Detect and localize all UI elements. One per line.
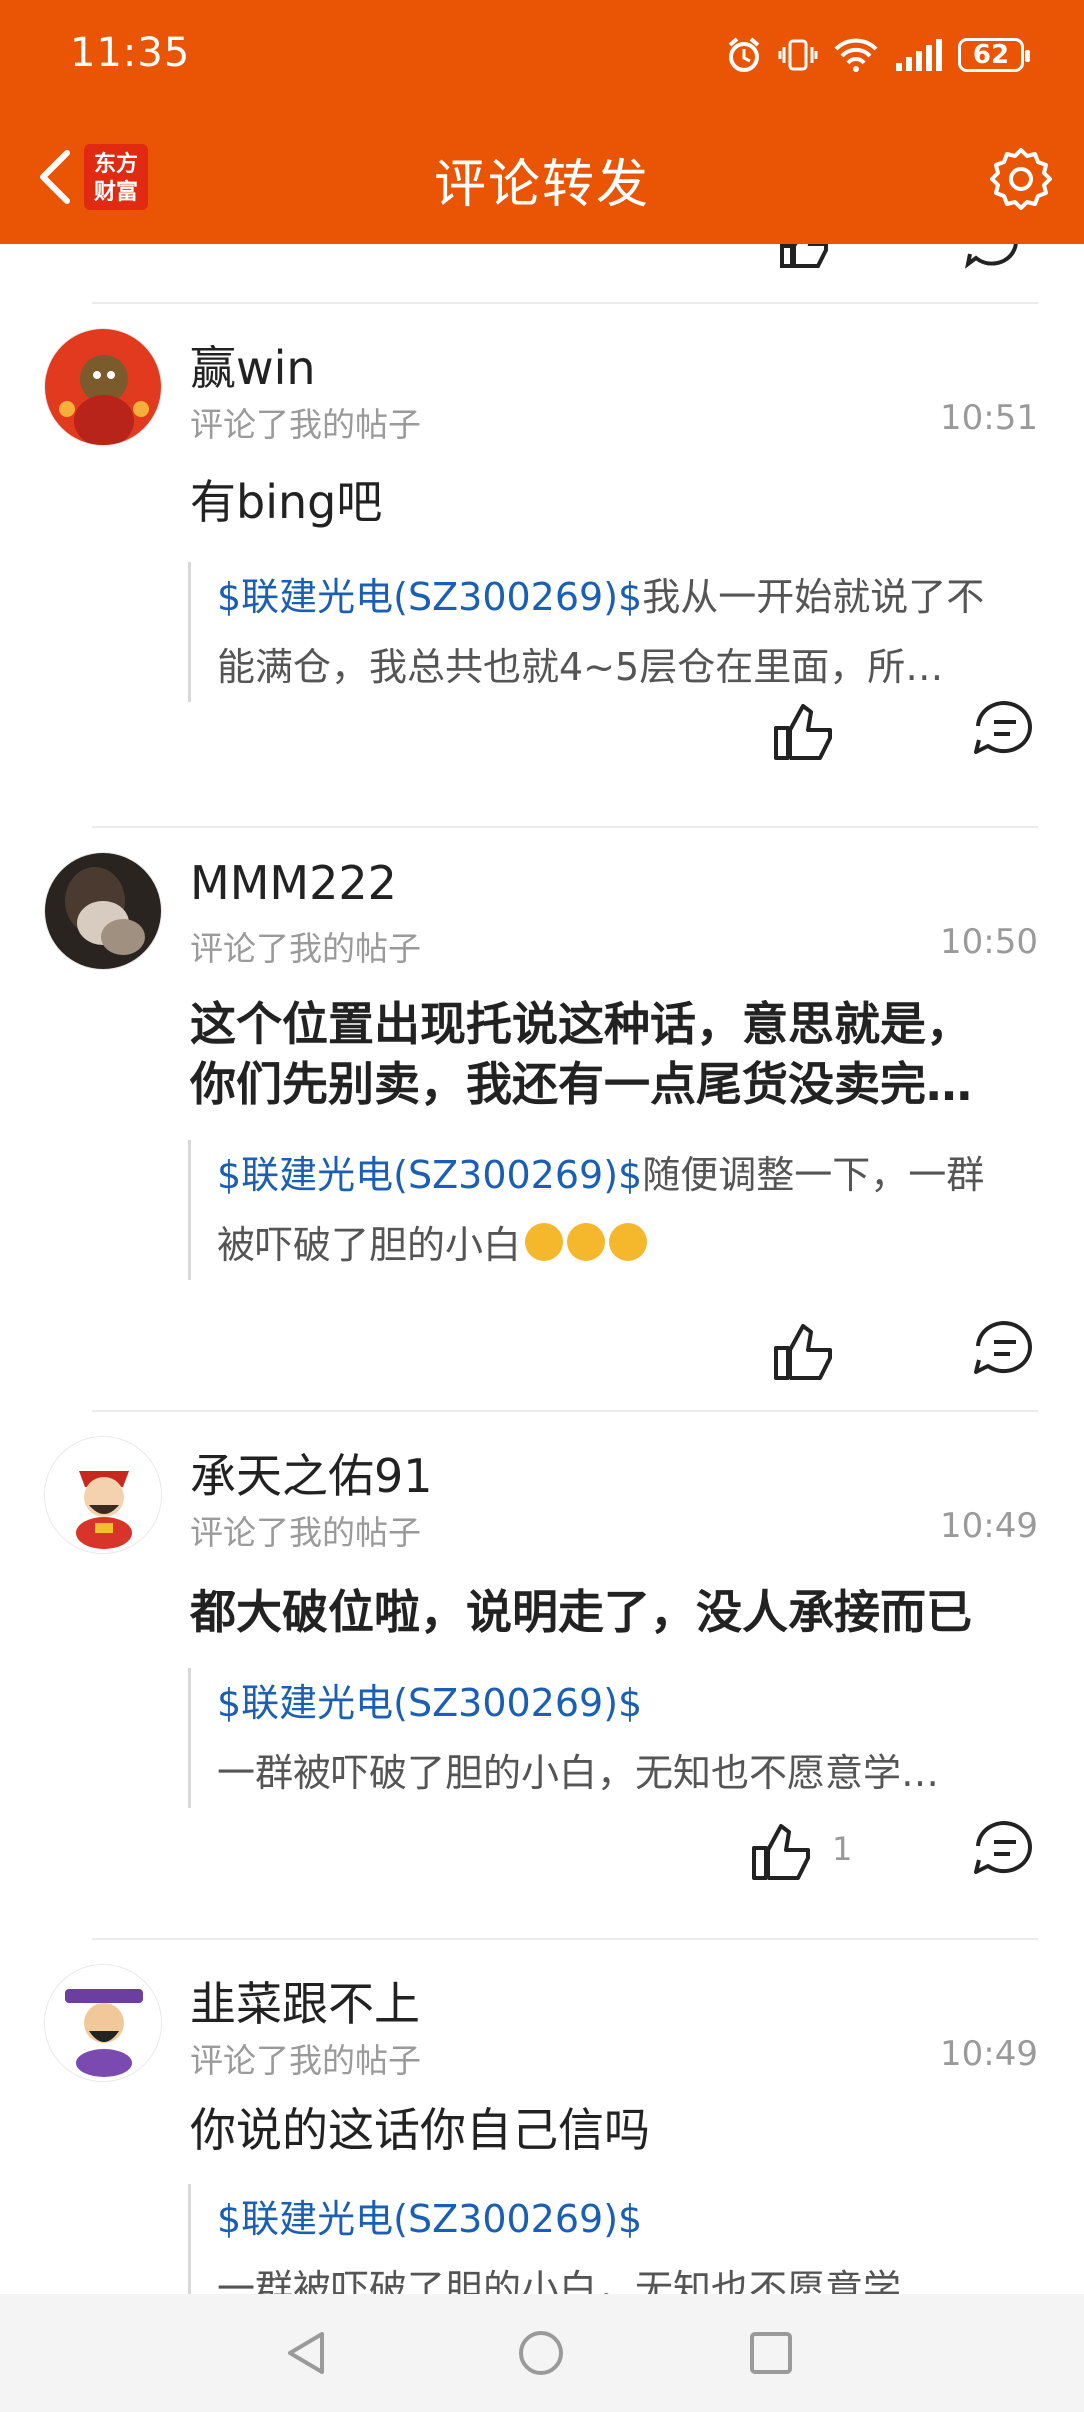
timestamp: 10:50 bbox=[940, 922, 1038, 962]
like-button[interactable] bbox=[764, 690, 844, 770]
action-label: 评论了我的帖子 bbox=[190, 2041, 421, 2080]
battery-indicator: 62 bbox=[958, 38, 1030, 72]
comment-text-line-2: 你们先别卖，我还有一点尾货没卖完… bbox=[190, 1057, 972, 1111]
stock-link[interactable]: $联建光电(SZ300269)$ bbox=[217, 575, 642, 619]
timestamp: 10:49 bbox=[940, 2034, 1038, 2074]
comment-item[interactable]: 韭菜跟不上 评论了我的帖子 10:49 你说的这话你自己信吗 $联建光电(SZ3… bbox=[0, 1940, 1084, 2294]
quote-text: 我从一开始就说了不 bbox=[642, 575, 985, 619]
action-label: 评论了我的帖子 bbox=[190, 405, 421, 444]
username[interactable]: 承天之佑91 bbox=[190, 1440, 433, 1506]
quote-text-2: 被吓破了胆的小白 bbox=[217, 1223, 522, 1267]
quoted-post[interactable]: $联建光电(SZ300269)$ 一群被吓破了胆的小白，无知也不愿意学… bbox=[188, 2184, 1057, 2294]
timestamp: 10:51 bbox=[940, 398, 1038, 438]
like-button[interactable] bbox=[764, 1310, 844, 1390]
vibrate-icon bbox=[778, 35, 818, 75]
comment-text-line-1: 这个位置出现托说这种话，意思就是， bbox=[190, 997, 972, 1051]
avatar[interactable] bbox=[44, 328, 162, 446]
quoted-post[interactable]: $联建光电(SZ300269)$我从一开始就说了不 能满仓，我总共也就4~5层仓… bbox=[188, 562, 1057, 702]
settings-button[interactable] bbox=[986, 144, 1056, 214]
username[interactable]: 韭菜跟不上 bbox=[190, 1968, 420, 2034]
like-button[interactable] bbox=[742, 1810, 822, 1890]
avatar[interactable] bbox=[44, 1964, 162, 2082]
username[interactable]: 赢win bbox=[190, 332, 316, 398]
alarm-icon bbox=[724, 35, 764, 75]
comment-text: 这个位置出现托说这种话，意思就是， 你们先别卖，我还有一点尾货没卖完… bbox=[190, 994, 1020, 1114]
nav-back-icon[interactable] bbox=[282, 2328, 332, 2378]
stock-link[interactable]: $联建光电(SZ300269)$ bbox=[217, 1153, 642, 1197]
emoji-icon bbox=[567, 1222, 606, 1261]
quote-text: 随便调整一下，一群 bbox=[642, 1153, 985, 1197]
comment-list: 赢win 评论了我的帖子 10:51 有bing吧 $联建光电(SZ300269… bbox=[0, 244, 1084, 2294]
wifi-icon bbox=[832, 35, 880, 75]
emoji-icon bbox=[525, 1222, 564, 1261]
quote-text: 一群被吓破了胆的小白，无知也不愿意学… bbox=[217, 2267, 940, 2294]
gear-icon bbox=[990, 148, 1052, 210]
quoted-post[interactable]: $联建光电(SZ300269)$ 一群被吓破了胆的小白，无知也不愿意学… bbox=[188, 1668, 1057, 1808]
thumbs-up-icon[interactable] bbox=[776, 244, 836, 270]
comment-icon[interactable] bbox=[962, 244, 1022, 270]
stock-link[interactable]: $联建光电(SZ300269)$ bbox=[217, 2197, 642, 2241]
comment-text: 有bing吧 bbox=[190, 475, 383, 529]
quote-text-2: 能满仓，我总共也就4~5层仓在里面，所… bbox=[217, 645, 944, 689]
username[interactable]: MMM222 bbox=[190, 856, 397, 910]
signal-icon bbox=[894, 37, 944, 73]
quoted-post[interactable]: $联建光电(SZ300269)$随便调整一下，一群 被吓破了胆的小白 bbox=[188, 1140, 1057, 1280]
avatar[interactable] bbox=[44, 1436, 162, 1554]
reply-button[interactable] bbox=[964, 1310, 1044, 1390]
emoji-icon bbox=[609, 1222, 648, 1261]
quote-text: 一群被吓破了胆的小白，无知也不愿意学… bbox=[217, 1751, 940, 1795]
system-navigation-bar bbox=[0, 2294, 1084, 2412]
status-bar: 11:35 62 bbox=[0, 0, 1084, 112]
reply-button[interactable] bbox=[964, 1810, 1044, 1890]
nav-home-icon[interactable] bbox=[516, 2328, 566, 2378]
comment-item[interactable]: 赢win 评论了我的帖子 10:51 有bing吧 $联建光电(SZ300269… bbox=[0, 304, 1084, 768]
reply-button[interactable] bbox=[964, 690, 1044, 770]
nav-recents-icon[interactable] bbox=[746, 2328, 796, 2378]
stock-link[interactable]: $联建光电(SZ300269)$ bbox=[217, 1681, 642, 1725]
action-label: 评论了我的帖子 bbox=[190, 1513, 421, 1552]
action-label: 评论了我的帖子 bbox=[190, 929, 421, 968]
nav-bar: 东方 财富 评论转发 bbox=[0, 112, 1084, 244]
comment-item[interactable]: 承天之佑91 评论了我的帖子 10:49 都大破位啦，说明走了，没人承接而已 $… bbox=[0, 1412, 1084, 1938]
comment-text: 都大破位啦，说明走了，没人承接而已 bbox=[190, 1585, 972, 1639]
previous-item-actions bbox=[0, 244, 1084, 302]
comment-item[interactable]: MMM222 评论了我的帖子 10:50 这个位置出现托说这种话，意思就是， 你… bbox=[0, 828, 1084, 1408]
timestamp: 10:49 bbox=[940, 1506, 1038, 1546]
like-count: 1 bbox=[832, 1830, 853, 1868]
avatar[interactable] bbox=[44, 852, 162, 970]
page-title: 评论转发 bbox=[433, 155, 650, 215]
status-icons: 62 bbox=[724, 30, 1030, 80]
comment-text: 你说的这话你自己信吗 bbox=[190, 2103, 650, 2157]
top-bar: 11:35 62 东方 财富 评论转发 bbox=[0, 0, 1084, 244]
status-time: 11:35 bbox=[70, 30, 191, 76]
